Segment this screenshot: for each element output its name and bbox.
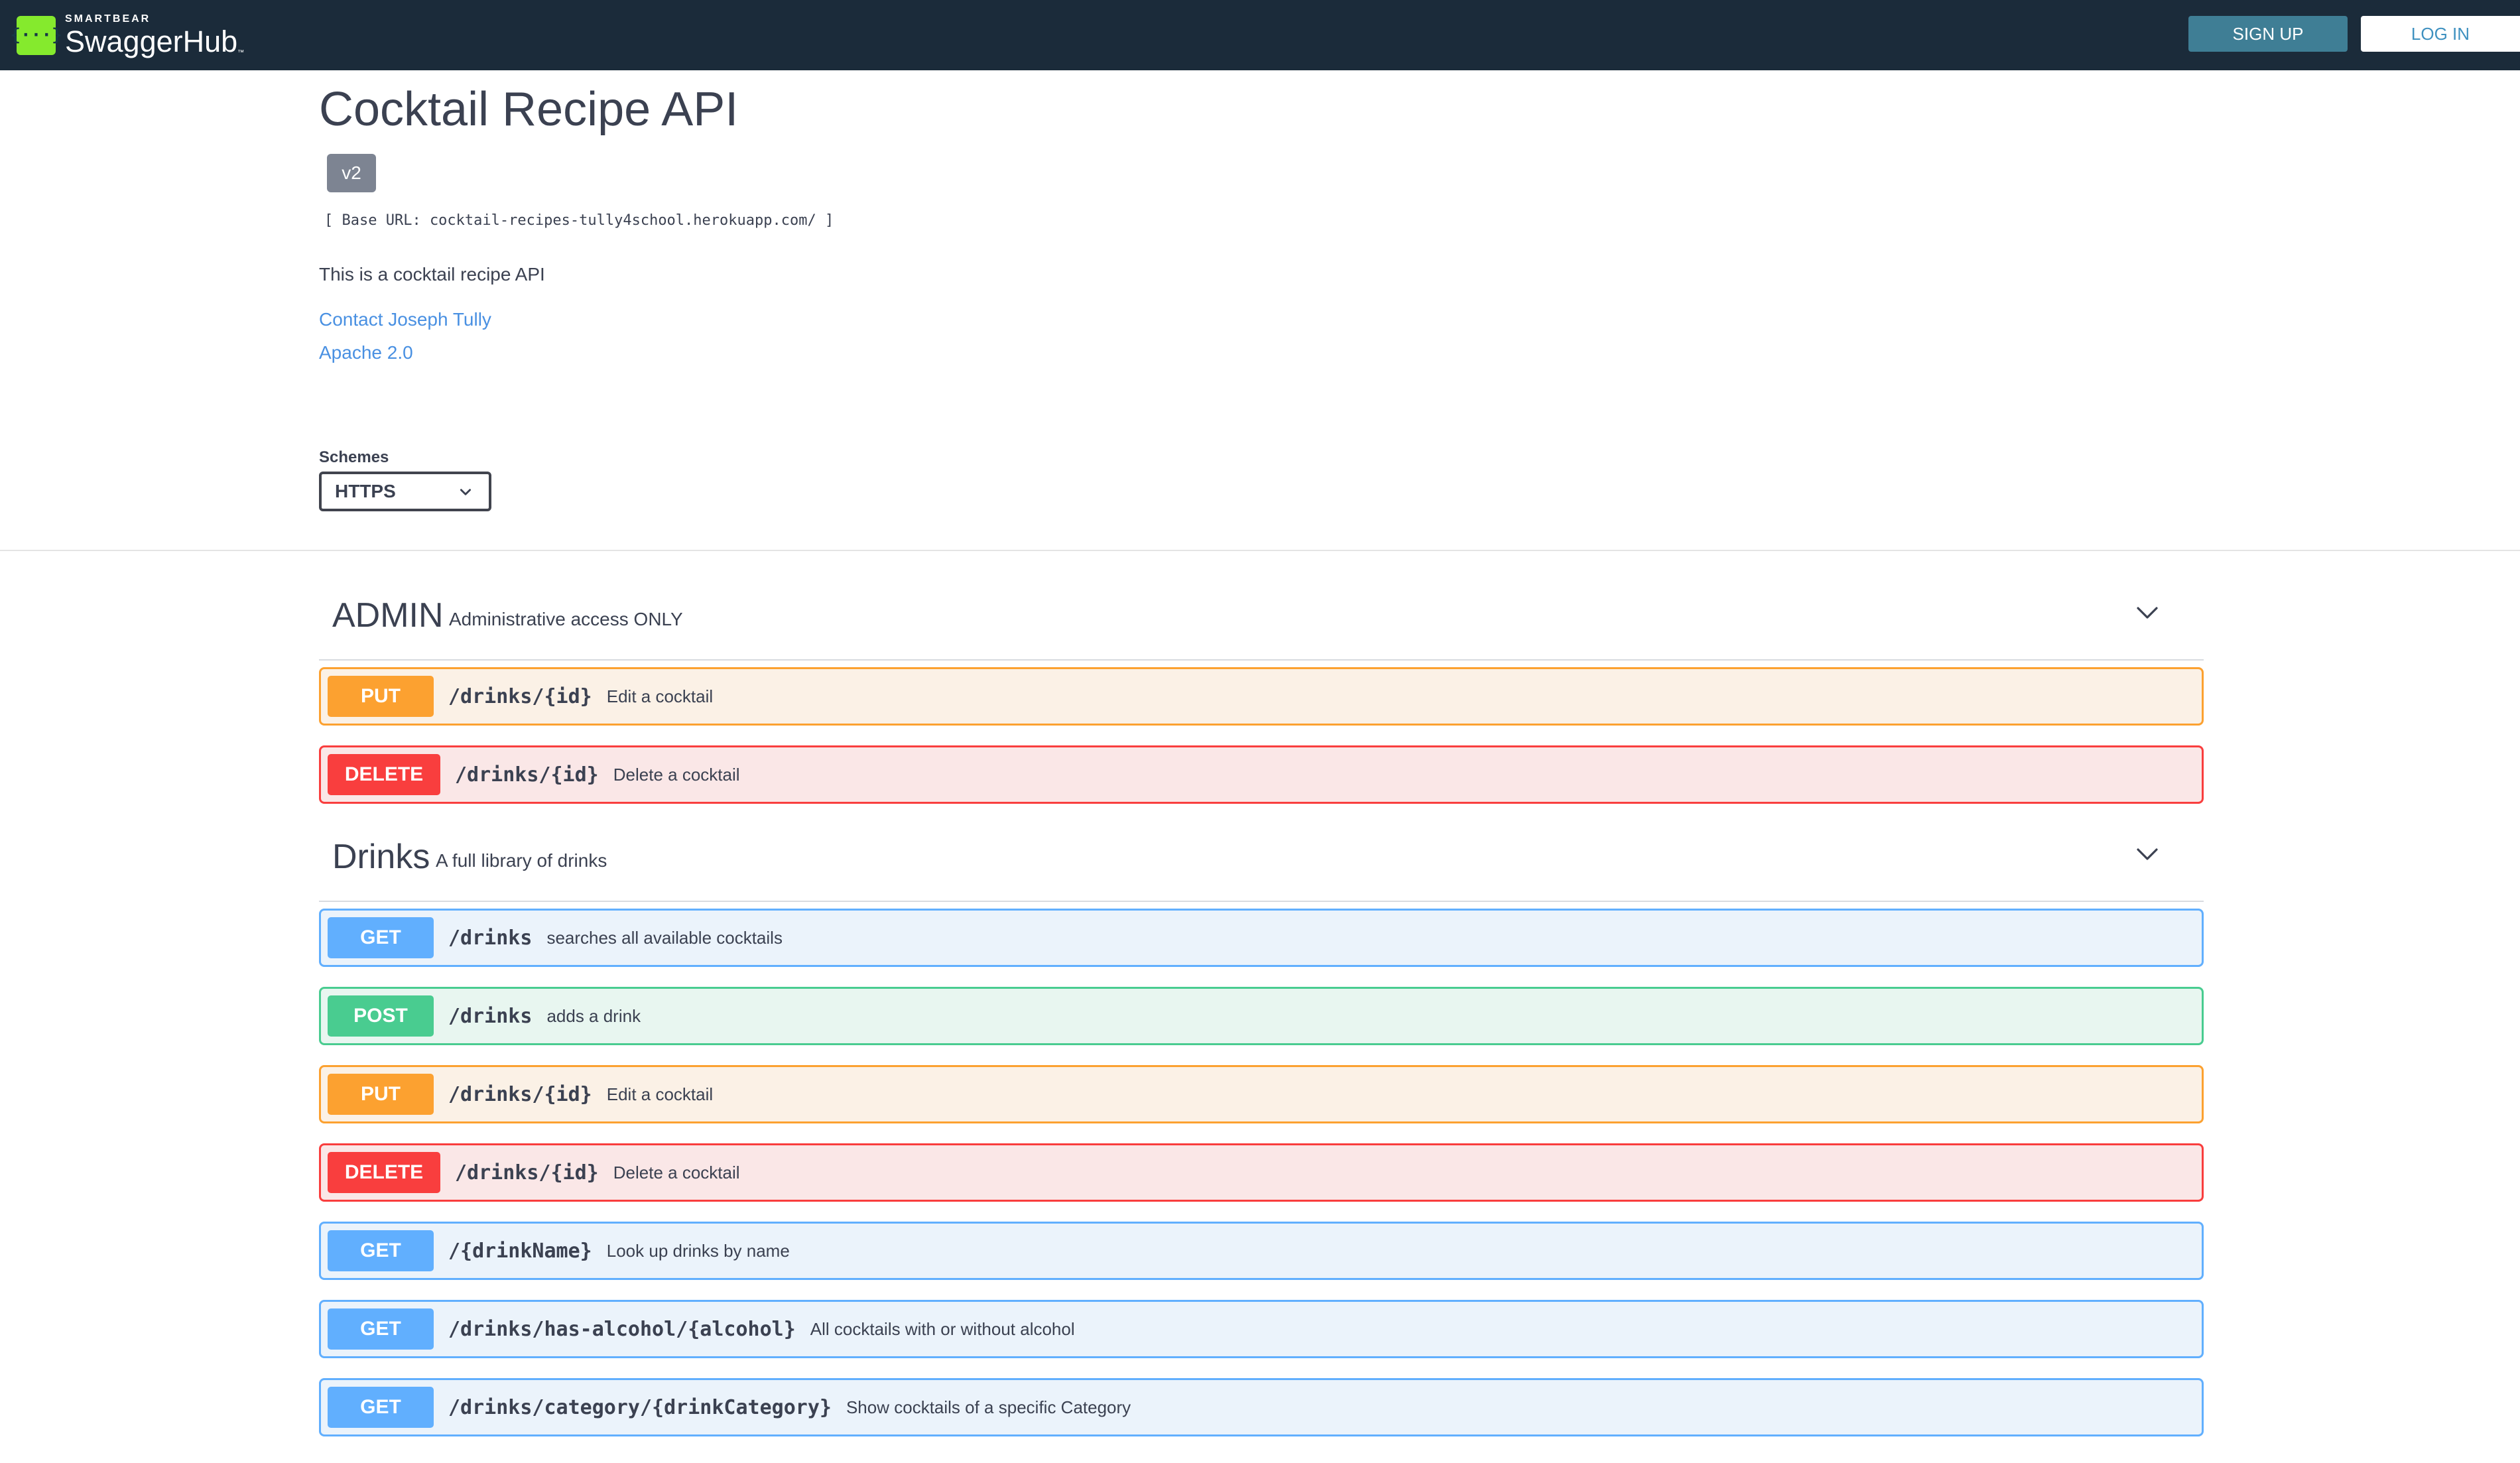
chevron-down-icon[interactable] — [2134, 841, 2161, 867]
operation-summary: All cocktails with or without alcohol — [810, 1318, 1075, 1339]
logo-brand: SMARTBEAR — [65, 13, 151, 25]
tag-description: A full library of drinks — [436, 850, 607, 871]
operation-put-drinks-id[interactable]: PUT /drinks/{id} Edit a cocktail — [319, 1065, 2204, 1123]
operation-get-drinks-category[interactable]: GET /drinks/category/{drinkCategory} Sho… — [319, 1378, 2204, 1436]
method-badge: GET — [328, 1387, 434, 1428]
swagger-braces-icon: {···} — [10, 15, 62, 55]
logo-trademark: ™ — [237, 49, 245, 56]
operation-path: /drinks/{id} — [455, 763, 599, 787]
base-url: [ Base URL: cocktail-recipes-tully4schoo… — [324, 212, 834, 229]
swaggerhub-logo[interactable]: {···} SMARTBEAR SwaggerHub™ — [10, 13, 244, 57]
tag-section-admin: ADMIN Administrative access ONLY PUT /dr… — [319, 570, 2204, 804]
operation-get-drink-name[interactable]: GET /{drinkName} Look up drinks by name — [319, 1222, 2204, 1280]
sign-up-button[interactable]: SIGN UP — [2188, 16, 2348, 52]
operation-delete-drinks-id[interactable]: DELETE /drinks/{id} Delete a cocktail — [319, 745, 2204, 804]
operation-path: /drinks — [448, 926, 533, 950]
operation-summary: Show cocktails of a specific Category — [846, 1397, 1131, 1417]
operation-summary: Delete a cocktail — [613, 764, 740, 785]
logo-text: SMARTBEAR SwaggerHub™ — [65, 13, 244, 57]
method-badge: GET — [328, 1308, 434, 1350]
operation-path: /drinks — [448, 1004, 533, 1028]
operation-get-drinks-has-alcohol[interactable]: GET /drinks/has-alcohol/{alcohol} All co… — [319, 1300, 2204, 1358]
operation-path: /{drinkName} — [448, 1239, 592, 1263]
tag-name: ADMIN — [332, 596, 444, 635]
operation-path: /drinks/{id} — [448, 1082, 592, 1106]
logo-product-name: SwaggerHub — [65, 25, 238, 58]
top-bar: {···} SMARTBEAR SwaggerHub™ SIGN UP LOG … — [0, 0, 2520, 70]
chevron-down-icon[interactable] — [2134, 600, 2161, 626]
tag-description: Administrative access ONLY — [449, 609, 683, 629]
tag-header-admin[interactable]: ADMIN Administrative access ONLY — [319, 570, 2204, 661]
tag-name: Drinks — [332, 838, 430, 876]
operation-delete-drinks-id[interactable]: DELETE /drinks/{id} Delete a cocktail — [319, 1143, 2204, 1202]
operation-summary: adds a drink — [546, 1005, 641, 1026]
contact-link[interactable]: Contact Joseph Tully — [319, 309, 491, 330]
chevron-down-icon — [460, 489, 472, 495]
method-badge: GET — [328, 1230, 434, 1271]
logo-product: SwaggerHub™ — [65, 27, 244, 56]
operation-post-drinks[interactable]: POST /drinks adds a drink — [319, 987, 2204, 1045]
api-description: This is a cocktail recipe API — [319, 264, 545, 285]
operation-path: /drinks/category/{drinkCategory} — [448, 1395, 832, 1419]
log-in-button[interactable]: LOG IN — [2361, 16, 2520, 52]
method-badge: PUT — [328, 676, 434, 717]
schemes-select[interactable]: HTTPS — [319, 472, 491, 511]
method-badge: GET — [328, 917, 434, 958]
method-badge: DELETE — [328, 1152, 440, 1193]
schemes-selected-value: HTTPS — [335, 481, 396, 501]
method-badge: POST — [328, 995, 434, 1037]
operation-summary: Look up drinks by name — [606, 1240, 790, 1261]
license-link[interactable]: Apache 2.0 — [319, 342, 413, 363]
section-divider — [0, 550, 2520, 551]
operation-summary: searches all available cocktails — [546, 927, 783, 948]
schemes-label: Schemes — [319, 448, 389, 466]
method-badge: PUT — [328, 1074, 434, 1115]
operation-summary: Edit a cocktail — [606, 1084, 714, 1104]
operation-path: /drinks/{id} — [448, 684, 592, 708]
operation-path: /drinks/{id} — [455, 1161, 599, 1184]
version-badge: v2 — [327, 154, 376, 192]
operation-path: /drinks/has-alcohol/{alcohol} — [448, 1317, 796, 1341]
operation-put-drinks-id[interactable]: PUT /drinks/{id} Edit a cocktail — [319, 667, 2204, 726]
tag-header-drinks[interactable]: Drinks A full library of drinks — [319, 812, 2204, 902]
operation-summary: Delete a cocktail — [613, 1162, 740, 1182]
api-title: Cocktail Recipe API — [319, 83, 739, 136]
operations-list: ADMIN Administrative access ONLY PUT /dr… — [319, 570, 2204, 1456]
tag-section-drinks: Drinks A full library of drinks GET /dri… — [319, 812, 2204, 1436]
method-badge: DELETE — [328, 754, 440, 795]
operation-get-drinks[interactable]: GET /drinks searches all available cockt… — [319, 909, 2204, 967]
operation-summary: Edit a cocktail — [606, 686, 714, 706]
